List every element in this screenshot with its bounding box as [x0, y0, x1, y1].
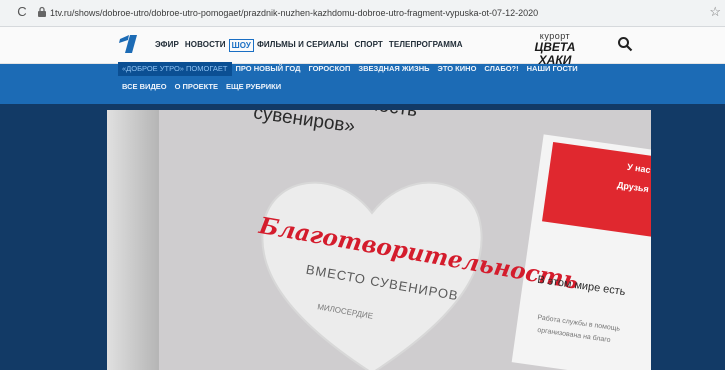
subnav-about[interactable]: О ПРОЕКТЕ: [171, 80, 222, 94]
nav-sport[interactable]: СПОРТ: [352, 38, 386, 52]
subnav-dobroe-utro-pomogaet[interactable]: «ДОБРОЕ УТРО» ПОМОГАЕТ: [118, 62, 232, 76]
browser-toolbar: C 1tv.ru/shows/dobroe-utro/dobroe-utro-p…: [0, 0, 725, 27]
lock-icon: [38, 6, 46, 17]
channel-one-logo[interactable]: [117, 33, 141, 55]
main-nav: ЭФИР НОВОСТИ ШОУ ФИЛЬМЫ И СЕРИАЛЫ СПОРТ …: [152, 38, 466, 52]
subnav-slabo[interactable]: СЛАБО?!: [480, 62, 522, 76]
nav-show[interactable]: ШОУ: [228, 39, 254, 52]
subnav-star-life[interactable]: ЗВЕЗДНАЯ ЖИЗНЬ: [354, 62, 433, 76]
nav-tv-program[interactable]: ТЕЛЕПРОГРАММА: [386, 38, 466, 52]
address-bar[interactable]: 1tv.ru/shows/dobroe-utro/dobroe-utro-pom…: [50, 5, 690, 21]
nav-films-series[interactable]: ФИЛЬМЫ И СЕРИАЛЫ: [254, 38, 352, 52]
subnav-all-videos[interactable]: ВСЕ ВИДЕО: [118, 80, 171, 94]
sub-nav-row1: «ДОБРОЕ УТРО» ПОМОГАЕТ ПРО НОВЫЙ ГОД ГОР…: [118, 62, 582, 76]
subnav-horoscope[interactable]: ГОРОСКОП: [304, 62, 354, 76]
nav-efir[interactable]: ЭФИР: [152, 38, 182, 52]
bookmark-star-icon[interactable]: ☆: [709, 4, 721, 20]
subnav-new-year[interactable]: ПРО НОВЫЙ ГОД: [232, 62, 305, 76]
promo-banner[interactable]: курорт ЦВЕТА ХАКИ: [520, 31, 590, 67]
reload-icon[interactable]: C: [15, 5, 29, 19]
monitor-edge: [107, 110, 159, 370]
search-icon[interactable]: [617, 36, 633, 52]
sub-nav-row2: ВСЕ ВИДЕО О ПРОЕКТЕ ЕЩЕ РУБРИКИ: [118, 80, 285, 94]
video-player[interactable]: У нас л Друзья рительность сувениров» Бл…: [107, 110, 651, 370]
subnav-guests[interactable]: НАШИ ГОСТИ: [523, 62, 582, 76]
subnav-more[interactable]: ЕЩЕ РУБРИКИ: [222, 80, 285, 94]
nav-news[interactable]: НОВОСТИ: [182, 38, 229, 52]
subnav-eto-kino[interactable]: ЭТО КИНО: [434, 62, 481, 76]
